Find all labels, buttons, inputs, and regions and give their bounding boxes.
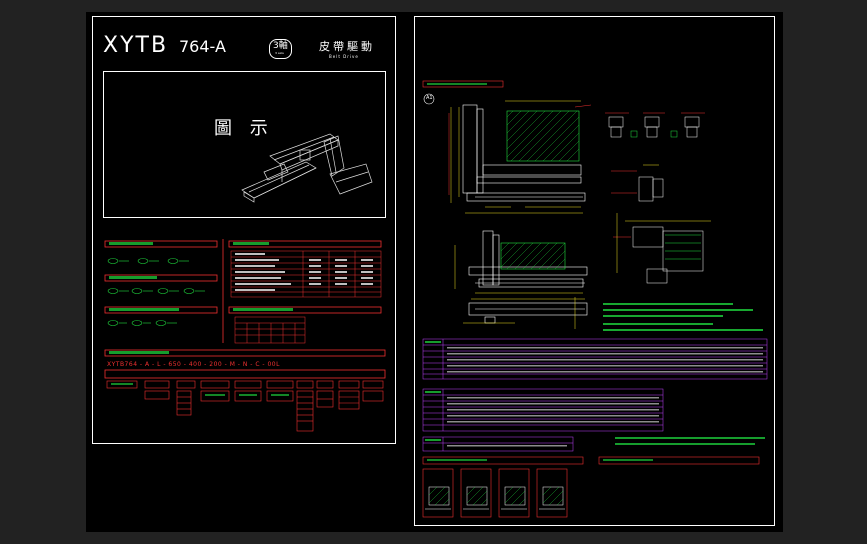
spec-sections-left — [104, 239, 386, 432]
order-code: XYTB764 - A - L - 650 - 400 - 200 - M - … — [107, 361, 280, 368]
technical-drawing-right — [422, 80, 768, 518]
cad-drawing-canvas: XYTB 764-A 3軸 3 axis 皮帶驅動 Belt Drive 圖 示 — [86, 12, 783, 532]
detail-marker: A1 — [426, 95, 433, 101]
right-sheet: A1 — [414, 16, 775, 526]
left-sheet: XYTB 764-A 3軸 3 axis 皮帶驅動 Belt Drive 圖 示 — [92, 16, 396, 444]
